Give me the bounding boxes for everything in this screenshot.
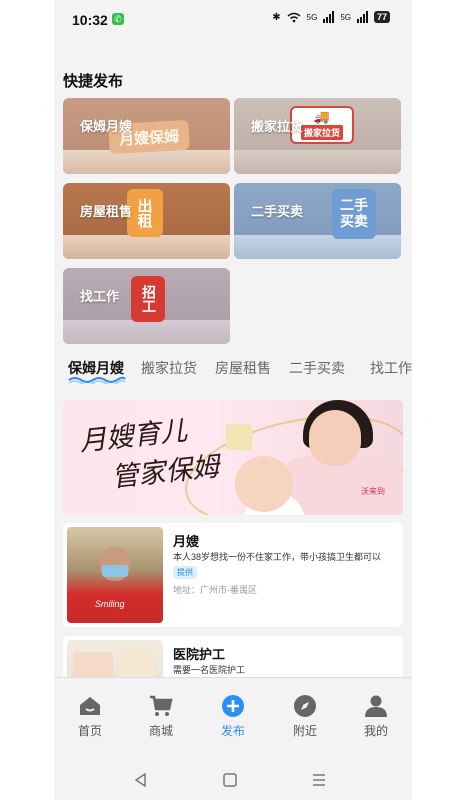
user-icon xyxy=(365,695,387,717)
status-indicators: ✱ 5G 5G 77 xyxy=(272,11,390,23)
listing-photo: Smiling xyxy=(67,527,163,623)
tab-moving[interactable]: 搬家拉货 xyxy=(141,358,197,378)
sign-secondhand: 二手买卖 xyxy=(332,189,376,239)
status-time: 10:32 xyxy=(72,12,108,28)
card-secondhand[interactable]: 二手买卖 二手买卖 xyxy=(234,183,401,259)
table-decoration xyxy=(63,320,230,344)
card-moving[interactable]: 搬家拉货 🚚 搬家拉货 xyxy=(234,98,401,174)
tabbar-mall-label: 商城 xyxy=(148,724,173,738)
tabbar-mine-label: 我的 xyxy=(363,724,388,738)
banner-nurse-face xyxy=(309,410,361,466)
network-label: 5G xyxy=(306,12,318,22)
status-bar: 10:32 ✆ ✱ 5G 5G 77 xyxy=(54,0,412,40)
card-moving-label: 搬家拉货 xyxy=(251,119,304,134)
promo-banner[interactable]: 月嫂育儿 管家保姆 沃来到 xyxy=(63,400,403,515)
card-housing[interactable]: 房屋租售 出租 xyxy=(63,183,230,259)
listing-address: 地址：广州市-番禺区 xyxy=(173,585,257,595)
photo-mask xyxy=(102,565,128,577)
quick-publish-title: 快捷发布 xyxy=(63,73,124,90)
cart-icon xyxy=(150,695,173,716)
tabbar-mine[interactable]: 我的 xyxy=(346,694,406,739)
sign-housing: 出租 xyxy=(127,189,163,237)
listing-desc: 需要一名医院护工 xyxy=(173,665,246,675)
card-nanny[interactable]: 保姆月嫂 月嫂保姆 xyxy=(63,98,230,174)
banner-stamp xyxy=(226,424,252,450)
bottom-tab-bar: 首页 商城 发布 附近 我的 xyxy=(54,677,412,747)
listing-title: 医院护工 xyxy=(173,647,226,662)
network-label-2: 5G xyxy=(340,12,351,22)
photo-shirt-text: Smiling xyxy=(95,599,125,609)
tab-housing[interactable]: 房屋租售 xyxy=(215,358,271,378)
card-jobs[interactable]: 找工作 招工 xyxy=(63,268,230,344)
tab-jobs[interactable]: 找工作 xyxy=(370,358,412,378)
tab-nanny[interactable]: 保姆月嫂 xyxy=(68,358,124,378)
compass-icon xyxy=(294,695,316,717)
plus-circle-icon xyxy=(222,695,244,717)
card-jobs-label: 找工作 xyxy=(80,289,120,304)
sign-moving-text: 搬家拉货 xyxy=(300,124,343,140)
card-housing-label: 房屋租售 xyxy=(80,204,133,219)
card-secondhand-label: 二手买卖 xyxy=(251,204,304,219)
tab-secondhand[interactable]: 二手买卖 xyxy=(289,358,345,378)
back-triangle-icon[interactable] xyxy=(131,770,151,790)
active-tab-wave xyxy=(68,376,126,384)
phone-call-icon: ✆ xyxy=(112,13,124,25)
menu-lines-icon[interactable] xyxy=(309,770,329,790)
listing-desc: 本人38岁想找一份不住家工作，带小孩搞卫生都可以 xyxy=(173,552,382,562)
tabbar-nearby[interactable]: 附近 xyxy=(275,694,335,739)
wifi-icon xyxy=(287,12,301,22)
tabbar-home[interactable]: 首页 xyxy=(60,694,120,739)
bluetooth-icon: ✱ xyxy=(272,11,281,23)
table-decoration xyxy=(63,235,230,259)
signal-bars-icon xyxy=(323,11,335,23)
banner-baby-face xyxy=(235,456,293,512)
truck-icon: 🚚 xyxy=(313,109,331,125)
home-icon xyxy=(80,697,100,715)
table-decoration xyxy=(63,150,230,174)
tabbar-home-label: 首页 xyxy=(77,724,102,738)
listing-tag: 提供 xyxy=(173,566,197,579)
sign-jobs: 招工 xyxy=(131,276,165,322)
system-nav-bar xyxy=(0,760,450,800)
signal-bars-2-icon xyxy=(356,11,368,23)
table-decoration xyxy=(234,150,401,174)
app-screen: 10:32 ✆ ✱ 5G 5G 77 快捷发布 保姆月嫂 月嫂保姆 搬家拉货 🚚… xyxy=(54,0,412,800)
banner-badge: 沃来到 xyxy=(361,487,385,496)
tabbar-mall[interactable]: 商城 xyxy=(131,694,191,739)
listing-title: 月嫂 xyxy=(173,534,200,549)
battery-indicator: 77 xyxy=(373,11,390,23)
table-decoration xyxy=(234,235,401,259)
home-square-icon[interactable] xyxy=(220,770,240,790)
card-nanny-label: 保姆月嫂 xyxy=(80,119,133,134)
tabbar-publish-label: 发布 xyxy=(220,724,245,738)
tabbar-nearby-label: 附近 xyxy=(292,724,317,738)
tabbar-publish[interactable]: 发布 xyxy=(203,694,263,739)
listing-card[interactable]: Smiling 月嫂 本人38岁想找一份不住家工作，带小孩搞卫生都可以 提供 地… xyxy=(63,523,403,627)
